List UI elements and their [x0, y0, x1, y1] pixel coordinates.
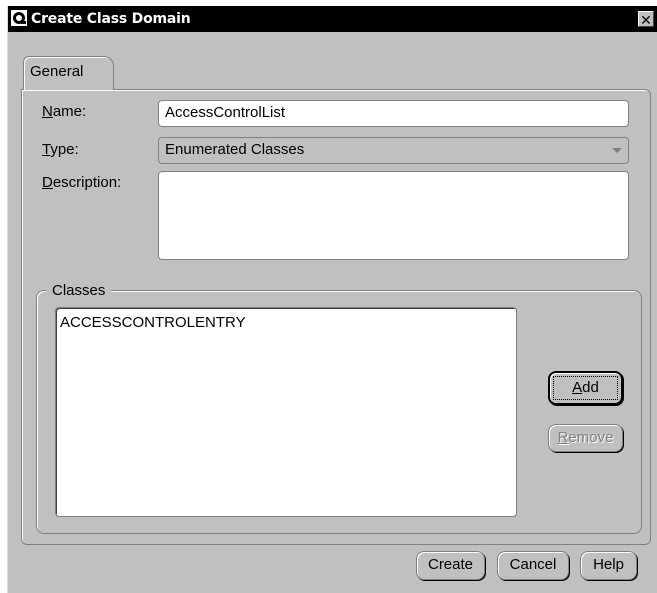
- type-label: Type:: [42, 141, 79, 158]
- description-field[interactable]: [158, 171, 629, 260]
- name-field[interactable]: AccessControlList: [158, 100, 629, 127]
- name-label: Name:: [42, 103, 87, 120]
- classes-group-label: Classes: [46, 282, 112, 300]
- remove-button[interactable]: Remove: [548, 424, 623, 452]
- type-select-value: Enumerated Classes: [165, 141, 305, 158]
- help-button[interactable]: Help: [580, 551, 637, 580]
- title-bar[interactable]: Create Class Domain ✕: [8, 6, 657, 32]
- create-button[interactable]: Create: [416, 551, 485, 580]
- cancel-button[interactable]: Cancel: [497, 551, 569, 580]
- window-title: Create Class Domain: [31, 11, 191, 27]
- type-select[interactable]: Enumerated Classes: [158, 137, 629, 164]
- classes-list[interactable]: ACCESSCONTROLENTRY: [55, 307, 517, 517]
- dialog-window: Create Class Domain ✕ General Name: Acce…: [7, 6, 657, 593]
- list-item[interactable]: ACCESSCONTROLENTRY: [60, 314, 246, 331]
- close-icon[interactable]: ✕: [638, 11, 654, 28]
- tab-general[interactable]: General: [23, 56, 114, 90]
- oracle-app-icon: [11, 10, 27, 26]
- add-button[interactable]: Add: [548, 371, 623, 405]
- chevron-down-icon: [612, 148, 622, 153]
- description-label: Description:: [42, 174, 122, 191]
